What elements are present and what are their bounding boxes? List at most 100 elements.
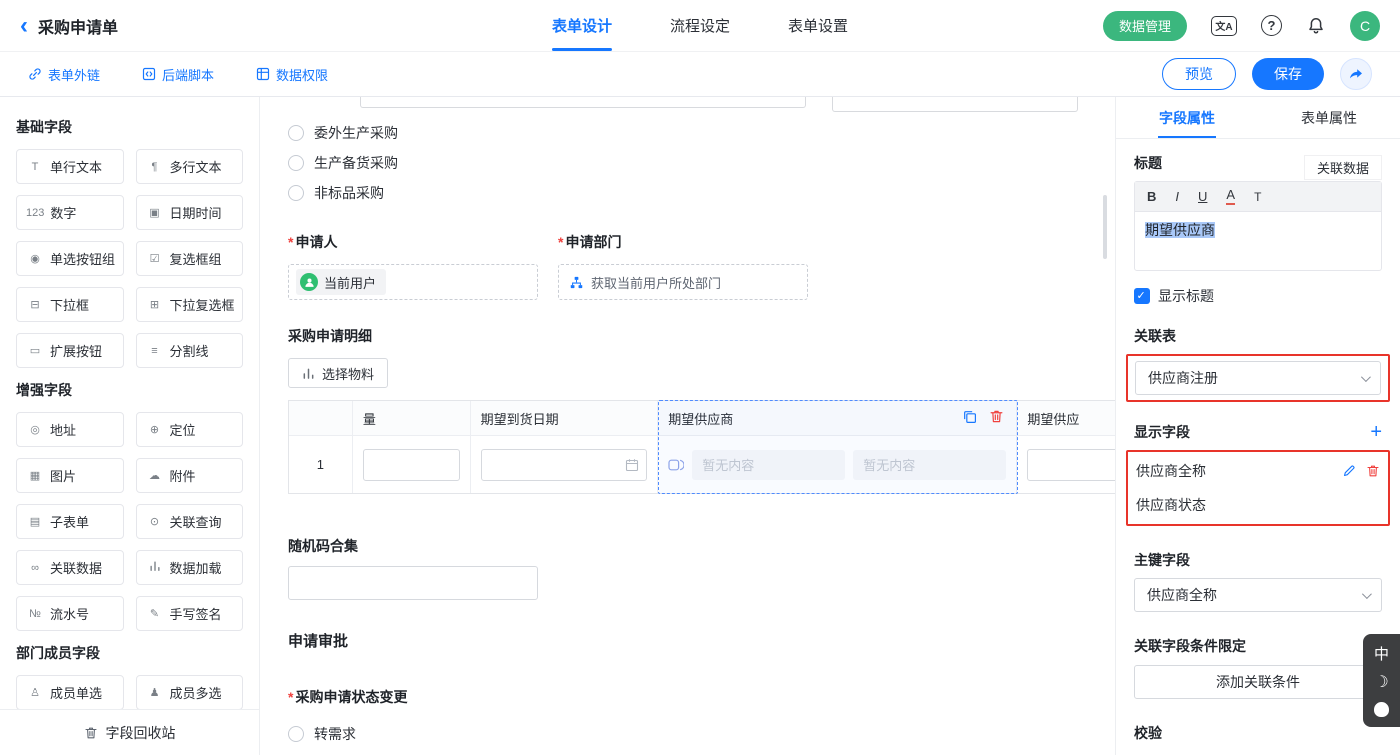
random-code-input[interactable]: [288, 566, 538, 600]
clipped-input: [832, 97, 1078, 112]
tab-form-properties[interactable]: 表单属性: [1258, 97, 1400, 138]
random-code-label: 随机码合集: [288, 536, 1115, 556]
field-btn-member-multi[interactable]: ♟成员多选: [136, 675, 244, 709]
radio-option[interactable]: 非标品采购: [288, 178, 1115, 208]
current-user-tag[interactable]: 当前用户: [296, 269, 386, 295]
field-btn-address[interactable]: ◎地址: [16, 412, 124, 447]
header-tabs: 表单设计 流程设定 表单设置: [552, 0, 848, 51]
field-btn-subform[interactable]: ▤子表单: [16, 504, 124, 539]
supplier-status-placeholder[interactable]: 暂无内容: [853, 450, 1006, 480]
field-btn-datetime[interactable]: ▣日期时间: [136, 195, 244, 230]
bold-icon[interactable]: B: [1147, 189, 1156, 204]
field-btn-single-line-text[interactable]: T单行文本: [16, 149, 124, 184]
related-table-select[interactable]: 供应商注册: [1135, 361, 1381, 395]
notification-bell-icon[interactable]: [1306, 16, 1326, 36]
delete-field-icon[interactable]: [1366, 464, 1380, 478]
radio-circle-icon[interactable]: [288, 155, 304, 171]
radio-circle-icon[interactable]: [288, 185, 304, 201]
field-btn-number[interactable]: 123数字: [16, 195, 124, 230]
department-input[interactable]: 获取当前用户所处部门: [558, 264, 808, 300]
table-row: 1 暂无内容 暂无内容: [289, 435, 1115, 493]
field-btn-data-load[interactable]: 数据加载: [136, 550, 244, 585]
italic-icon[interactable]: I: [1175, 189, 1179, 204]
field-btn-extension-button[interactable]: ▭扩展按钮: [16, 333, 124, 368]
clipped-cell-input[interactable]: [1027, 449, 1115, 481]
ime-indicator[interactable]: 中 ☽: [1363, 634, 1400, 727]
field-btn-related-query[interactable]: ⊙关联查询: [136, 504, 244, 539]
underline-icon[interactable]: U: [1198, 189, 1207, 204]
date-input[interactable]: [481, 449, 648, 481]
field-btn-radio-group[interactable]: ◉单选按钮组: [16, 241, 124, 276]
field-recycle-bin[interactable]: 字段回收站: [0, 709, 259, 755]
approval-section-title: 申请审批: [288, 630, 1115, 651]
primary-key-select[interactable]: 供应商全称: [1134, 578, 1382, 612]
font-color-icon[interactable]: A: [1226, 188, 1235, 204]
field-btn-checkbox-group[interactable]: ☑复选框组: [136, 241, 244, 276]
avatar[interactable]: C: [1350, 11, 1380, 41]
properties-tabs: 字段属性 表单属性: [1116, 97, 1400, 139]
back-button[interactable]: ‹: [20, 14, 28, 38]
title-text-input[interactable]: 期望供应商: [1135, 212, 1381, 270]
share-button[interactable]: [1340, 58, 1372, 90]
field-btn-dropdown[interactable]: ⊟下拉框: [16, 287, 124, 322]
tab-workflow-settings[interactable]: 流程设定: [670, 0, 730, 51]
form-external-link-button[interactable]: 表单外链: [28, 65, 100, 84]
department-field[interactable]: *申请部门 获取当前用户所处部门: [558, 232, 808, 300]
field-type-tag[interactable]: 关联数据: [1304, 155, 1382, 180]
form-designer-window: ‹ 采购申请单 表单设计 流程设定 表单设置 数据管理 文A ? C 表单外链 …: [0, 0, 1400, 755]
row-index: 1: [289, 435, 353, 493]
field-palette-scroll[interactable]: 基础字段 T单行文本 ¶多行文本 123数字 ▣日期时间 ◉单选按钮组 ☑复选框…: [0, 97, 259, 709]
preview-button[interactable]: 预览: [1162, 58, 1236, 90]
show-title-row: 显示标题: [1134, 286, 1382, 306]
show-title-checkbox[interactable]: [1134, 288, 1150, 304]
chevron-down-icon: [1362, 589, 1372, 599]
checkbox-group-icon: ☑: [146, 252, 164, 265]
column-header-expected-supplier-2[interactable]: 期望供应: [1017, 401, 1115, 435]
radio-circle-icon[interactable]: [288, 125, 304, 141]
radio-option[interactable]: 转需求: [288, 719, 1115, 749]
field-btn-divider[interactable]: ≡分割线: [136, 333, 244, 368]
field-btn-serial-number[interactable]: №流水号: [16, 596, 124, 631]
backend-script-button[interactable]: 后端脚本: [142, 65, 214, 84]
field-btn-member-single[interactable]: ♙成员单选: [16, 675, 124, 709]
delete-column-icon[interactable]: [989, 409, 1004, 424]
radio-option[interactable]: 生产备货采购: [288, 148, 1115, 178]
data-permission-button[interactable]: 数据权限: [256, 65, 328, 84]
field-btn-location[interactable]: ⊕定位: [136, 412, 244, 447]
quantity-input[interactable]: [363, 449, 460, 481]
tab-form-settings[interactable]: 表单设置: [788, 0, 848, 51]
field-btn-image[interactable]: ▦图片: [16, 458, 124, 493]
expected-supplier-cell[interactable]: 暂无内容 暂无内容: [658, 435, 1017, 493]
applicant-input[interactable]: 当前用户: [288, 264, 538, 300]
data-manage-button[interactable]: 数据管理: [1103, 11, 1187, 41]
tab-form-design[interactable]: 表单设计: [552, 0, 612, 51]
supplier-name-placeholder[interactable]: 暂无内容: [692, 450, 845, 480]
form-canvas[interactable]: 委外生产采购 生产备货采购 非标品采购 *申请人 当前用户 *申请部门: [260, 97, 1115, 755]
font-size-icon[interactable]: T: [1254, 190, 1261, 204]
radio-circle-icon[interactable]: [288, 726, 304, 742]
display-field-row[interactable]: 供应商全称: [1136, 454, 1380, 488]
recycle-bin-icon: [84, 726, 98, 740]
display-field-row[interactable]: 供应商状态: [1136, 488, 1380, 522]
field-btn-related-data[interactable]: ∞关联数据: [16, 550, 124, 585]
translate-icon[interactable]: 文A: [1211, 16, 1237, 36]
copy-column-icon[interactable]: [962, 409, 977, 424]
add-display-field-icon[interactable]: +: [1370, 422, 1382, 442]
select-material-button[interactable]: 选择物料: [288, 358, 388, 388]
field-btn-multi-line-text[interactable]: ¶多行文本: [136, 149, 244, 184]
field-btn-attachment[interactable]: ☁附件: [136, 458, 244, 493]
applicant-field[interactable]: *申请人 当前用户: [288, 232, 538, 300]
radio-option[interactable]: 需求作废: [288, 749, 1115, 755]
field-btn-signature[interactable]: ✎手写签名: [136, 596, 244, 631]
column-header-quantity[interactable]: 量: [353, 401, 471, 435]
tab-field-properties[interactable]: 字段属性: [1116, 97, 1258, 138]
radio-option[interactable]: 委外生产采购: [288, 118, 1115, 148]
add-condition-button[interactable]: 添加关联条件: [1134, 665, 1382, 699]
dropdown-icon: ⊟: [26, 298, 44, 311]
save-button[interactable]: 保存: [1252, 58, 1324, 90]
help-icon[interactable]: ?: [1261, 15, 1282, 36]
field-btn-dropdown-multi[interactable]: ⊞下拉复选框: [136, 287, 244, 322]
edit-field-icon[interactable]: [1342, 464, 1356, 478]
column-header-expected-date[interactable]: 期望到货日期: [471, 401, 659, 435]
canvas-scrollbar[interactable]: [1103, 195, 1107, 259]
